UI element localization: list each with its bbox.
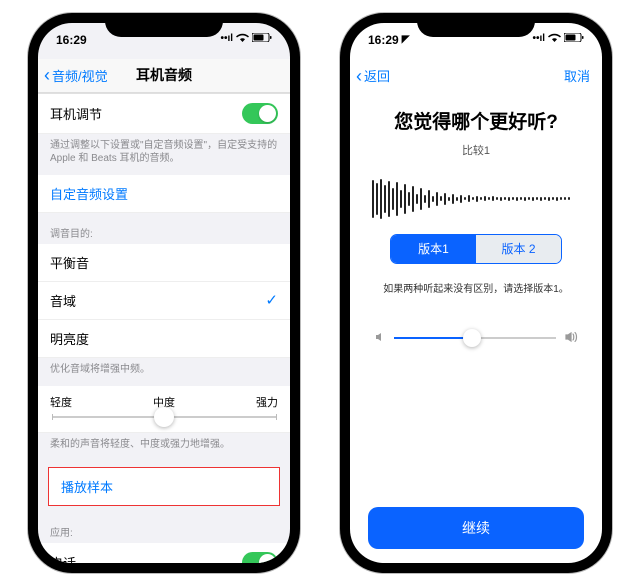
row-tune-bright[interactable]: 明亮度 xyxy=(38,320,290,358)
row-headphone-adjust[interactable]: 耳机调节 xyxy=(38,93,290,134)
note-adjust: 通过调整以下设置或"自定音频设置"，自定受支持的 Apple 和 Beats 耳… xyxy=(38,134,290,175)
row-custom-audio[interactable]: 自定音频设置 xyxy=(38,175,290,213)
hint-text: 如果两种听起来没有区别，请选择版本1。 xyxy=(350,274,602,301)
phone-left: 16:29 ••ıl ‹ 音频/视觉 耳机音频 耳机调节 xyxy=(28,13,300,573)
continue-button[interactable]: 继续 xyxy=(368,507,584,549)
segment-version-2[interactable]: 版本 2 xyxy=(476,235,561,263)
wifi-icon xyxy=(548,33,561,45)
row-label: 耳机调节 xyxy=(50,104,102,123)
hero-title: 您觉得哪个更好听? xyxy=(366,107,586,134)
note-tune: 优化音域将增强中频。 xyxy=(38,358,290,386)
header-apply: 应用: xyxy=(38,512,290,543)
back-button[interactable]: ‹ 音频/视觉 xyxy=(44,66,108,85)
intensity-slider[interactable] xyxy=(52,416,276,418)
highlight-play-sample: 播放样本 xyxy=(48,467,280,506)
nav-bar: ‹ 音频/视觉 耳机音频 xyxy=(38,59,290,93)
row-label: 音域 xyxy=(50,291,76,310)
intensity-slider-row: 轻度 中度 强力 xyxy=(38,386,290,433)
notch xyxy=(417,13,535,37)
chevron-left-icon: ‹ xyxy=(356,67,362,85)
row-tune-range[interactable]: 音域 ✓ xyxy=(38,282,290,320)
notch xyxy=(105,13,223,37)
volume-slider[interactable] xyxy=(394,337,556,339)
row-apply-phone[interactable]: 电话 xyxy=(38,543,290,563)
settings-list: 耳机调节 通过调整以下设置或"自定音频设置"，自定受支持的 Apple 和 Be… xyxy=(38,93,290,563)
back-label: 返回 xyxy=(364,66,390,85)
nav-bar: ‹ 返回 取消 xyxy=(350,59,602,93)
status-time: 16:29 xyxy=(368,33,399,47)
row-label: 平衡音 xyxy=(50,253,89,272)
back-button[interactable]: ‹ 返回 xyxy=(356,66,390,85)
header-tune: 调音目的: xyxy=(38,213,290,244)
row-label: 自定音频设置 xyxy=(50,184,128,203)
version-segmented: 版本1 版本 2 xyxy=(390,234,562,264)
note-slider: 柔和的声音将轻度、中度或强力地增强。 xyxy=(38,433,290,461)
slider-thumb[interactable] xyxy=(463,329,481,347)
speaker-high-icon xyxy=(564,331,578,346)
cellular-icon: ••ıl xyxy=(220,33,233,44)
row-label: 播放样本 xyxy=(61,477,113,496)
slider-label-light: 轻度 xyxy=(50,394,72,410)
row-label: 电话 xyxy=(50,553,76,563)
speaker-low-icon xyxy=(374,331,386,346)
location-icon: ◤ xyxy=(402,34,410,45)
hero: 您觉得哪个更好听? 比较1 xyxy=(350,93,602,164)
page-title: 耳机音频 xyxy=(136,65,192,85)
cellular-icon: ••ıl xyxy=(532,33,545,44)
volume-row xyxy=(350,301,602,356)
cancel-button[interactable]: 取消 xyxy=(564,66,596,85)
slider-label-strong: 强力 xyxy=(256,394,278,410)
wifi-icon xyxy=(236,33,249,45)
battery-icon xyxy=(252,33,272,45)
chevron-left-icon: ‹ xyxy=(44,66,50,84)
screen-right: 16:29 ◤ ••ıl ‹ 返回 取消 您觉得哪个更好听? 比较1 xyxy=(350,23,602,563)
checkmark-icon: ✓ xyxy=(265,291,278,309)
phone-right: 16:29 ◤ ••ıl ‹ 返回 取消 您觉得哪个更好听? 比较1 xyxy=(340,13,612,573)
segment-version-1[interactable]: 版本1 xyxy=(391,235,476,263)
row-label: 明亮度 xyxy=(50,329,89,348)
slider-thumb[interactable] xyxy=(154,407,174,427)
back-label: 音频/视觉 xyxy=(52,66,108,85)
battery-icon xyxy=(564,33,584,45)
row-tune-balance[interactable]: 平衡音 xyxy=(38,244,290,282)
hero-subtitle: 比较1 xyxy=(366,142,586,158)
toggle-headphone-adjust[interactable] xyxy=(242,103,278,124)
row-play-sample[interactable]: 播放样本 xyxy=(49,468,279,505)
screen-left: 16:29 ••ıl ‹ 音频/视觉 耳机音频 耳机调节 xyxy=(38,23,290,563)
status-time: 16:29 xyxy=(56,33,87,47)
toggle-apply-phone[interactable] xyxy=(242,552,278,563)
waveform xyxy=(350,164,602,224)
